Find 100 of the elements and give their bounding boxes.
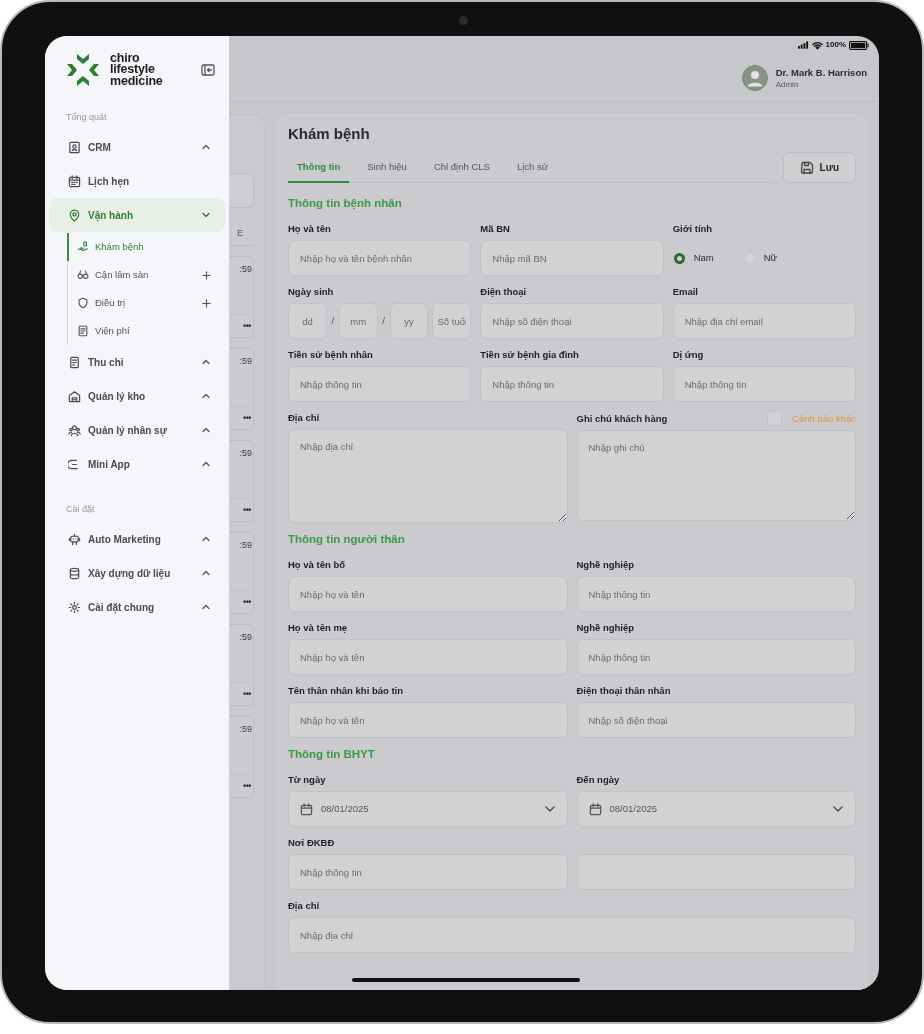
sidebar-subitem[interactable]: Điều trị [67, 289, 229, 317]
user-role: Admin [775, 78, 800, 90]
collapse-sidebar-icon [201, 64, 215, 76]
input-field[interactable]: Nhập thông tin [288, 854, 568, 891]
section-title: Thông tin bệnh nhân [288, 196, 403, 211]
input-field[interactable]: Nhập họ và tên bệnh nhân [288, 240, 472, 277]
input-field[interactable]: Nhập họ và tên [288, 576, 568, 613]
field-label: Nơi ĐKBĐ [288, 836, 336, 850]
save-icon [799, 160, 814, 175]
date-picker[interactable]: 08/01/2025 [288, 791, 568, 828]
input-field[interactable]: Nhập mã BN [480, 240, 664, 277]
input-field[interactable]: Nhập họ và tên [288, 702, 568, 739]
section-title: Thông tin BHYT [288, 747, 376, 762]
input-field[interactable]: Nhập số điện thoại [480, 303, 664, 340]
radio-label: Nữ [763, 251, 777, 266]
field-label: Ngày sinh [288, 285, 335, 299]
tab[interactable]: Chỉ định CLS [424, 152, 499, 184]
sidebar-item[interactable]: Lịch hẹn [49, 164, 225, 198]
input-field[interactable]: Nhập thông tin [576, 576, 856, 613]
appointment-card[interactable]: :59 ••• [229, 348, 254, 430]
input-field[interactable]: mm [338, 303, 378, 340]
calendar-icon [68, 174, 81, 188]
location-pin-icon [68, 208, 81, 222]
field-label: Họ và tên bố [288, 558, 346, 572]
appointment-card[interactable]: :59 ••• [229, 624, 254, 706]
field-label: Họ và tên mẹ [288, 621, 349, 635]
field-label: Từ ngày [288, 773, 327, 787]
robot-icon [68, 532, 81, 546]
sidebar-item[interactable]: Thu chi [49, 345, 225, 379]
field-label: Điện thoại [480, 285, 528, 299]
sidebar-item[interactable]: Quản lý kho [49, 379, 225, 413]
appointment-time: :59 [239, 539, 253, 552]
field-label: Địa chỉ [288, 411, 321, 425]
sidebar-item[interactable]: Xây dựng dữ liệu [49, 556, 225, 590]
warehouse-icon [68, 389, 81, 403]
people-icon [68, 423, 81, 437]
sidebar-subitem[interactable]: Cận lâm sàn [67, 261, 229, 289]
input-field[interactable]: Số tuổi [432, 303, 472, 340]
input-field[interactable]: Nhập thông tin [288, 366, 472, 403]
battery-level: 100% [825, 39, 846, 51]
more-button[interactable]: ••• [229, 406, 253, 429]
sidebar-item[interactable]: Quản lý nhân sự [49, 413, 225, 447]
battery-icon [849, 40, 869, 50]
sidebar-item[interactable]: Vận hành [49, 198, 225, 232]
radio-label: Nam [693, 251, 714, 266]
app-icon [68, 457, 81, 471]
input-field[interactable]: yy [389, 303, 429, 340]
field-label: Tiền sử bệnh gia đình [480, 348, 580, 362]
appointment-card[interactable]: :59 ••• [229, 532, 254, 614]
more-button[interactable]: ••• [229, 314, 253, 337]
text-area[interactable]: Nhập ghi chú [576, 430, 856, 522]
wifi-icon [811, 40, 823, 50]
tab[interactable]: Sinh hiệu [358, 152, 416, 184]
field-label: Nghề nghiệp [576, 558, 636, 572]
sidebar-subitem[interactable]: Viện phí [67, 317, 229, 345]
date-picker[interactable]: 08/01/2025 [576, 791, 856, 828]
form-title: Khám bệnh [288, 126, 371, 142]
column-heading: E [229, 227, 254, 246]
document-icon [77, 325, 89, 337]
more-button[interactable]: ••• [229, 774, 253, 797]
section-heading: Cài đặt [65, 503, 96, 515]
field-label: Tiền sử bệnh nhân [288, 348, 374, 362]
calendar-icon [588, 802, 602, 816]
checkbox-label: Cảnh báo khác [792, 411, 856, 426]
field-label: Nghề nghiệp [576, 621, 636, 635]
input-field[interactable]: Nhập thông tin [480, 366, 664, 403]
receipt-icon [68, 355, 81, 369]
field-label: Email [672, 285, 699, 299]
database-icon [68, 566, 81, 580]
input-field[interactable]: Nhập địa chỉ email [672, 303, 856, 340]
avatar [741, 65, 768, 91]
save-button[interactable]: Lưu [782, 152, 856, 184]
input-field[interactable]: Nhập địa chỉ [288, 917, 856, 954]
sidebar-item[interactable]: Mini App [49, 447, 225, 481]
user-name: Dr. Mark B. Harrison [775, 66, 867, 79]
date-separator: / [330, 314, 336, 329]
input-field[interactable]: Nhập thông tin [672, 366, 856, 403]
tab[interactable]: Lịch sử [507, 152, 558, 184]
radio-button[interactable] [673, 252, 685, 264]
date-separator: / [381, 314, 386, 329]
binoculars-icon [77, 269, 89, 281]
field-label: Đến ngày [576, 773, 621, 787]
input-field[interactable]: Nhập số điện thoại [576, 702, 856, 739]
input-field[interactable]: Nhập thông tin [576, 639, 856, 676]
appointment-card[interactable]: :59 ••• [229, 256, 254, 338]
appointment-card[interactable]: :59 ••• [229, 440, 254, 522]
sidebar-item[interactable]: CRM [49, 130, 225, 164]
appointment-card[interactable]: :59 ••• [229, 716, 254, 798]
input-field[interactable]: dd [288, 303, 327, 340]
sidebar-item[interactable]: Auto Marketing [49, 522, 225, 556]
text-area[interactable]: Nhập địa chỉ [288, 429, 568, 524]
more-button[interactable]: ••• [229, 682, 253, 705]
more-button[interactable]: ••• [229, 590, 253, 613]
field-label: Tên thân nhân khi báo tin [288, 684, 405, 698]
input-field[interactable]: Nhập họ và tên [288, 639, 568, 676]
more-button[interactable]: ••• [229, 498, 253, 521]
search-field[interactable] [229, 173, 254, 208]
appointment-time: :59 [239, 263, 253, 276]
field-label: Mã BN [480, 222, 511, 236]
sidebar-item[interactable]: Cài đặt chung [49, 590, 225, 624]
